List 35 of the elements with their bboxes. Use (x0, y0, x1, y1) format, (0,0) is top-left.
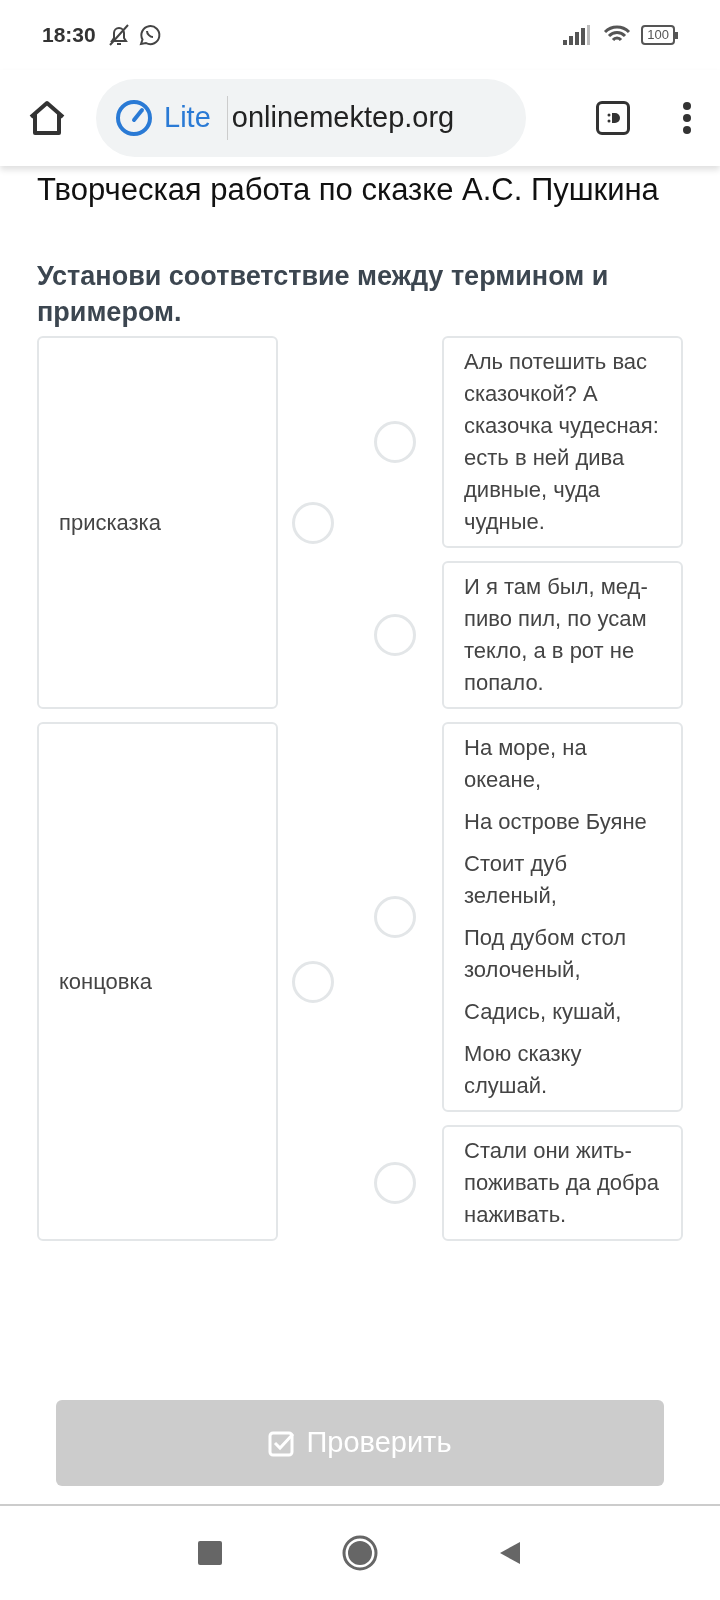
speedometer-icon (114, 98, 154, 138)
signal-icon (563, 25, 592, 45)
example-text: Аль потешить вас сказочкой? А сказочка чудесная: есть в ней дива дивные, чуда чудные. (464, 348, 660, 536)
page-title: Творческая работа по сказке А.С. Пушкина (37, 172, 660, 208)
url-text: onlinemektep.org (231, 100, 455, 136)
term-text: концовка (59, 968, 152, 996)
term-card[interactable]: концовка (37, 722, 278, 1241)
recent-apps-icon[interactable] (198, 1541, 222, 1565)
example-text: Под дубом стол золоченый, (464, 924, 628, 984)
example-card[interactable]: На море, на океане, На острове Буяне Стоит дуб зеленый, Под дубом стол золоченый, Садись, кушай, Мою сказку слушай. (442, 722, 683, 1112)
example-text: Стоит дуб зеленый, (464, 850, 569, 910)
home-icon[interactable] (28, 100, 66, 136)
example-text: Стали они жить-поживать да добра наживать. (464, 1137, 661, 1229)
term-text: присказка (59, 509, 161, 537)
example-card[interactable]: И я там был, мед-пиво пил, по усам текло, а в рот не попало. (442, 561, 683, 709)
example-text: На море, на океане, (464, 734, 588, 794)
bell-off-icon (107, 23, 130, 47)
battery-icon: 100 (641, 25, 678, 45)
term-card[interactable]: присказка (37, 336, 278, 709)
more-options-icon[interactable] (682, 101, 692, 135)
status-time: 18:30 (42, 22, 96, 49)
question-text: Установи соответствие между термином и примером. (37, 260, 610, 329)
example-card[interactable]: Стали они жить-поживать да добра наживать. (442, 1125, 683, 1241)
chat-icon (137, 23, 162, 47)
example-text: Мою сказку слушай. (464, 1040, 583, 1100)
checkbox-icon (268, 1429, 297, 1457)
tab-switcher-icon[interactable] (596, 101, 630, 135)
example-text: И я там был, мед-пиво пил, по усам текло, а в рот не попало. (464, 573, 649, 697)
lite-label: Lite (164, 100, 211, 136)
home-circle-icon[interactable] (342, 1535, 378, 1571)
back-icon[interactable] (498, 1540, 522, 1566)
example-text: На острове Буяне (464, 808, 648, 836)
example-card[interactable]: Аль потешить вас сказочкой? А сказочка чудесная: есть в ней дива дивные, чуда чудные. (442, 336, 683, 548)
example-text: Садись, кушай, (464, 998, 623, 1026)
address-bar[interactable]: Lite onlinemektep.org (96, 79, 526, 157)
